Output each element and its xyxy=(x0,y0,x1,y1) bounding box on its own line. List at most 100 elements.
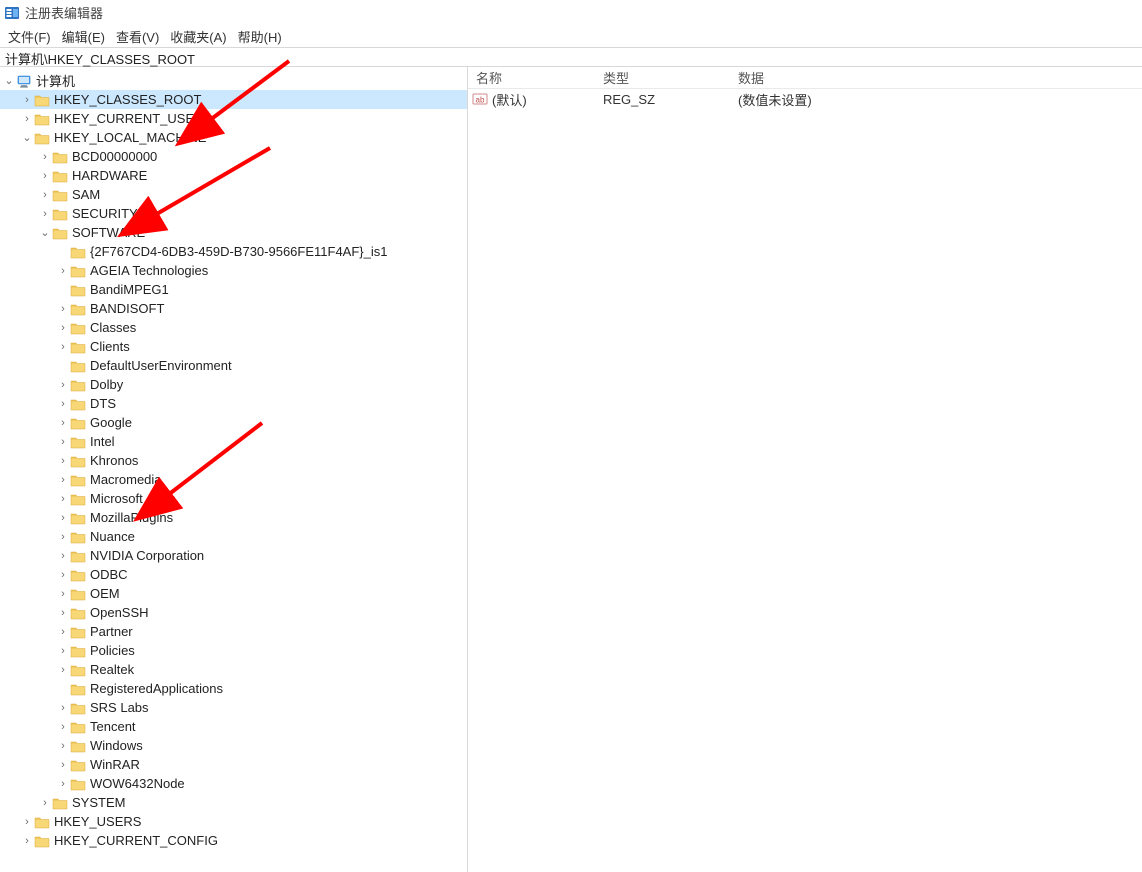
expand-icon[interactable]: › xyxy=(56,531,70,543)
tree-item[interactable]: ›Policies xyxy=(0,641,467,660)
tree-item[interactable]: ›Intel xyxy=(0,432,467,451)
expand-icon[interactable]: › xyxy=(56,436,70,448)
expand-icon[interactable]: › xyxy=(56,626,70,638)
regedit-app-icon xyxy=(4,5,20,21)
tree-item-label: Tencent xyxy=(90,719,136,734)
tree-item[interactable]: › Clients xyxy=(0,337,467,356)
tree-item[interactable]: DefaultUserEnvironment xyxy=(0,356,467,375)
tree-item[interactable]: › Tencent xyxy=(0,717,467,736)
expand-icon[interactable]: › xyxy=(38,189,52,201)
expand-icon[interactable]: › xyxy=(56,721,70,733)
tree-item[interactable]: › Macromedia xyxy=(0,470,467,489)
tree-item[interactable]: ›WinRAR xyxy=(0,755,467,774)
tree-item[interactable]: ›SYSTEM xyxy=(0,793,467,812)
tree-item[interactable]: ›Microsoft xyxy=(0,489,467,508)
tree-item[interactable]: ›AGEIA Technologies xyxy=(0,261,467,280)
expand-icon[interactable]: › xyxy=(38,208,52,220)
expand-icon[interactable]: › xyxy=(56,664,70,676)
tree-item[interactable]: ›NVIDIA Corporation xyxy=(0,546,467,565)
tree-item[interactable]: ›HKEY_CURRENT_CONFIG xyxy=(0,831,467,850)
menu-view[interactable]: 查看(V) xyxy=(112,26,163,47)
tree-item[interactable]: {2F767CD4-6DB3-459D-B730-9566FE11F4AF}_i… xyxy=(0,242,467,261)
tree-item[interactable]: ›Windows xyxy=(0,736,467,755)
tree-item[interactable]: ›OEM xyxy=(0,584,467,603)
value-row[interactable]: ab(默认)REG_SZ(数值未设置) xyxy=(468,89,1142,109)
tree-item-label: Google xyxy=(90,415,132,430)
tree-item[interactable]: ›Nuance xyxy=(0,527,467,546)
expand-icon[interactable]: › xyxy=(56,740,70,752)
expand-icon[interactable]: › xyxy=(56,759,70,771)
tree-item[interactable]: ›HKEY_CURRENT_USER xyxy=(0,109,467,128)
tree-item[interactable]: › MozillaPlugins xyxy=(0,508,467,527)
menu-file[interactable]: 文件(F) xyxy=(4,26,55,47)
expand-icon[interactable]: › xyxy=(56,645,70,657)
tree-item[interactable]: ›WOW6432Node xyxy=(0,774,467,793)
expand-icon[interactable]: › xyxy=(20,835,34,847)
tree-item[interactable]: › DTS xyxy=(0,394,467,413)
address-bar[interactable]: 计算机\HKEY_CLASSES_ROOT xyxy=(0,47,1142,67)
menu-favorites[interactable]: 收藏夹(A) xyxy=(166,26,230,47)
tree-item[interactable]: ›Dolby xyxy=(0,375,467,394)
expand-icon[interactable]: › xyxy=(56,265,70,277)
tree-item[interactable]: ⌄SOFTWARE xyxy=(0,223,467,242)
expand-icon[interactable]: › xyxy=(56,569,70,581)
tree-item[interactable]: ⌄HKEY_LOCAL_MACHINE xyxy=(0,128,467,147)
tree-item-label: MozillaPlugins xyxy=(90,510,173,525)
tree-item[interactable]: RegisteredApplications xyxy=(0,679,467,698)
expand-icon[interactable]: › xyxy=(20,94,34,106)
expand-icon[interactable]: › xyxy=(38,170,52,182)
tree-item[interactable]: ›OpenSSH xyxy=(0,603,467,622)
expand-icon[interactable]: › xyxy=(56,322,70,334)
tree-item-label: Classes xyxy=(90,320,136,335)
tree-item-label: Macromedia xyxy=(90,472,162,487)
menu-help[interactable]: 帮助(H) xyxy=(234,26,286,47)
tree-item[interactable]: BandiMPEG1 xyxy=(0,280,467,299)
tree-item[interactable]: › Google xyxy=(0,413,467,432)
tree-item[interactable]: ›ODBC xyxy=(0,565,467,584)
tree-item[interactable]: ›HKEY_CLASSES_ROOT xyxy=(0,90,467,109)
tree-item[interactable]: ›HKEY_USERS xyxy=(0,812,467,831)
expand-icon[interactable]: › xyxy=(56,379,70,391)
expand-icon[interactable]: › xyxy=(38,797,52,809)
collapse-icon[interactable]: ⌄ xyxy=(20,131,34,144)
tree-item[interactable]: ›Realtek xyxy=(0,660,467,679)
folder-icon xyxy=(34,834,50,848)
menu-edit[interactable]: 编辑(E) xyxy=(58,26,109,47)
expand-icon[interactable]: › xyxy=(56,398,70,410)
expand-icon[interactable]: › xyxy=(56,607,70,619)
expand-icon[interactable]: › xyxy=(56,778,70,790)
expand-icon[interactable]: › xyxy=(56,550,70,562)
col-type[interactable]: 类型 xyxy=(603,68,738,87)
tree-item[interactable]: › Khronos xyxy=(0,451,467,470)
tree-item[interactable]: ›BANDISOFT xyxy=(0,299,467,318)
expand-icon[interactable]: › xyxy=(38,151,52,163)
expand-icon[interactable]: › xyxy=(56,702,70,714)
expand-icon[interactable]: › xyxy=(56,474,70,486)
expand-icon[interactable]: › xyxy=(20,816,34,828)
collapse-icon[interactable]: ⌄ xyxy=(2,74,16,87)
expand-icon[interactable]: › xyxy=(56,455,70,467)
tree-item[interactable]: ›Partner xyxy=(0,622,467,641)
values-pane[interactable]: 名称 类型 数据 ab(默认)REG_SZ(数值未设置) xyxy=(468,67,1142,872)
collapse-icon[interactable]: ⌄ xyxy=(38,226,52,239)
tree-root-computer[interactable]: ⌄计算机 xyxy=(0,71,467,90)
expand-icon[interactable]: › xyxy=(56,417,70,429)
tree-item[interactable]: ›BCD00000000 xyxy=(0,147,467,166)
tree-pane[interactable]: ⌄计算机›HKEY_CLASSES_ROOT›HKEY_CURRENT_USER… xyxy=(0,67,468,872)
tree-item[interactable]: ›SRS Labs xyxy=(0,698,467,717)
col-data[interactable]: 数据 xyxy=(738,68,1142,87)
expand-icon[interactable]: › xyxy=(56,588,70,600)
col-name[interactable]: 名称 xyxy=(468,68,603,87)
tree-item[interactable]: ›SECURITY xyxy=(0,204,467,223)
expand-icon[interactable]: › xyxy=(20,113,34,125)
expand-icon[interactable]: › xyxy=(56,303,70,315)
tree-item[interactable]: ›SAM xyxy=(0,185,467,204)
tree-item[interactable]: › Classes xyxy=(0,318,467,337)
tree-item-label: Khronos xyxy=(90,453,138,468)
expand-icon[interactable]: › xyxy=(56,341,70,353)
tree-item-label: DTS xyxy=(90,396,116,411)
expand-icon[interactable]: › xyxy=(56,512,70,524)
tree-item[interactable]: ›HARDWARE xyxy=(0,166,467,185)
expand-icon[interactable]: › xyxy=(56,493,70,505)
tree-item-label: Clients xyxy=(90,339,130,354)
